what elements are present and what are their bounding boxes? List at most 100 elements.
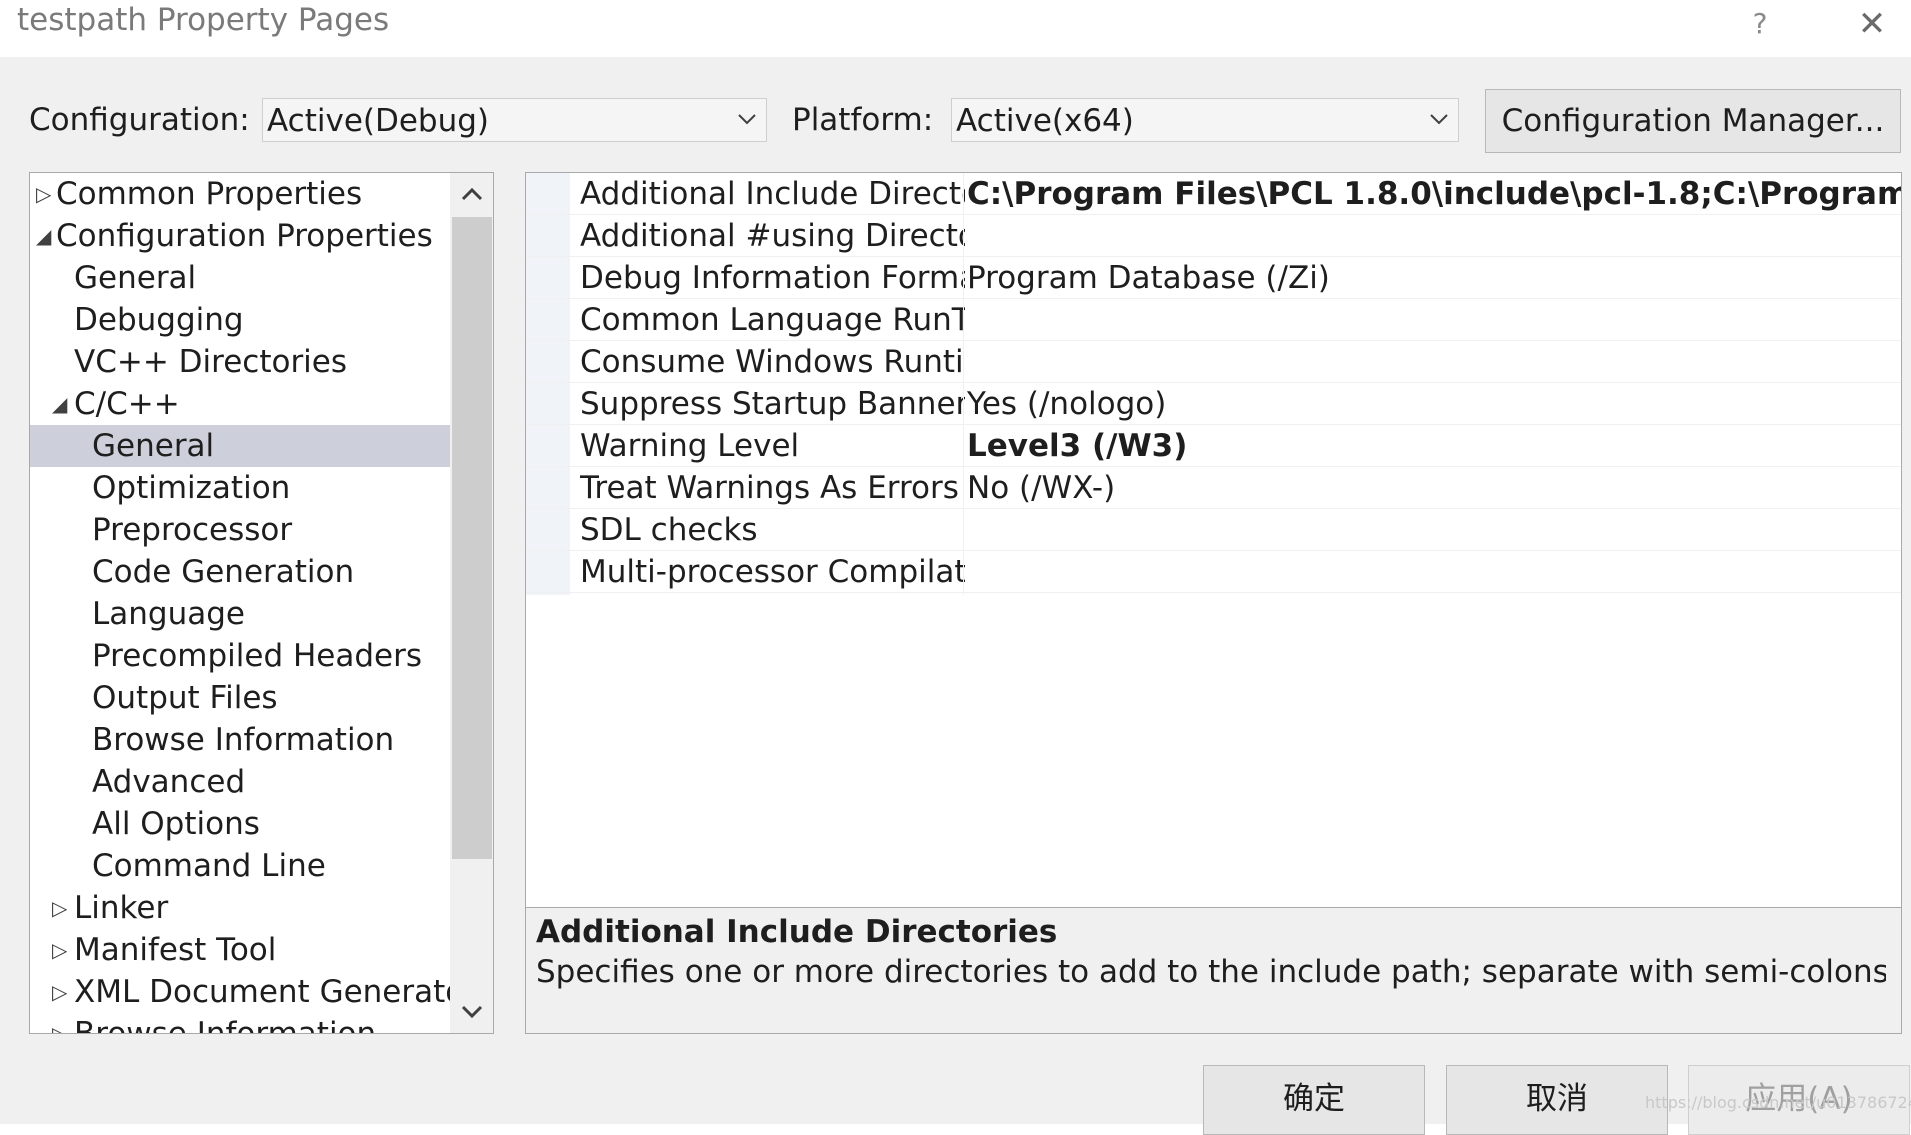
- ok-button[interactable]: 确定: [1203, 1065, 1425, 1135]
- property-grid: Additional Include DirectoriesC:\Program…: [525, 172, 1902, 908]
- property-name: Additional Include Directories: [580, 176, 965, 212]
- tree-item-label: General: [92, 428, 215, 464]
- configuration-combo[interactable]: Active(Debug): [262, 98, 767, 142]
- tree-item-label: Linker: [74, 890, 169, 926]
- tree-item[interactable]: ▷ Common Properties: [30, 173, 450, 215]
- tree-item-label: Browse Information: [74, 1016, 377, 1034]
- title-bar: testpath Property Pages ? ✕: [0, 0, 1911, 57]
- expand-arrow-icon[interactable]: ▷: [52, 887, 67, 929]
- description-title: Additional Include Directories: [536, 914, 1058, 950]
- collapse-arrow-icon[interactable]: ◢: [36, 215, 51, 257]
- tree-item-label: All Options: [92, 806, 260, 842]
- tree-item-label: Command Line: [92, 848, 326, 884]
- property-name: Suppress Startup Banner: [580, 386, 965, 422]
- platform-value: Active(x64): [956, 103, 1134, 139]
- property-value[interactable]: Yes (/nologo): [967, 383, 1901, 425]
- property-name: Common Language RunTime Support: [580, 302, 965, 338]
- tree-item[interactable]: ▷ XML Document Generator: [30, 971, 477, 1013]
- tree-item[interactable]: ◢ Configuration Properties: [30, 215, 450, 257]
- property-row[interactable]: Debug Information Format Program Database…: [526, 257, 1901, 299]
- expand-arrow-icon[interactable]: ▷: [52, 1013, 67, 1033]
- platform-combo[interactable]: Active(x64): [951, 98, 1459, 142]
- tree-scrollbar[interactable]: [450, 173, 493, 1033]
- tree-item[interactable]: Debugging: [30, 299, 450, 341]
- property-name: SDL checks: [580, 512, 758, 548]
- help-button[interactable]: ?: [1740, 4, 1780, 44]
- tree-item-label: VC++ Directories: [74, 344, 348, 380]
- tree-item[interactable]: Output Files: [30, 677, 450, 719]
- tree-item-label: Preprocessor: [92, 512, 293, 548]
- tree-item[interactable]: Code Generation: [30, 551, 450, 593]
- tree-item[interactable]: Precompiled Headers: [30, 635, 450, 677]
- tree-item[interactable]: Command Line: [30, 845, 450, 887]
- tree-item[interactable]: General: [30, 257, 450, 299]
- property-row[interactable]: Suppress Startup Banner Yes (/nologo): [526, 383, 1901, 425]
- tree-item[interactable]: ◢ C/C++: [30, 383, 450, 425]
- platform-label: Platform:: [792, 102, 934, 138]
- scroll-down-icon[interactable]: [458, 997, 486, 1025]
- tree-item[interactable]: All Options: [30, 803, 450, 845]
- property-value[interactable]: [967, 551, 1901, 593]
- tree-item[interactable]: Preprocessor: [30, 509, 450, 551]
- property-name: Debug Information Format: [580, 260, 965, 296]
- navigation-tree: ▷ Common Properties ◢ Configuration Propert…: [29, 172, 494, 1034]
- tree-item-label: C/C++: [74, 386, 180, 422]
- tree-item[interactable]: VC++ Directories: [30, 341, 450, 383]
- tree-item-label: Debugging: [74, 302, 244, 338]
- property-value[interactable]: No (/WX-): [967, 467, 1901, 509]
- property-value[interactable]: [967, 299, 1901, 341]
- chevron-down-icon: [738, 114, 756, 125]
- property-row[interactable]: Consume Windows Runtime Extension: [526, 341, 1901, 383]
- scroll-up-icon[interactable]: [458, 181, 486, 209]
- property-row[interactable]: Common Language RunTime Support: [526, 299, 1901, 341]
- collapse-arrow-icon[interactable]: ◢: [52, 383, 67, 425]
- property-row[interactable]: Treat Warnings As Errors No (/WX-): [526, 467, 1901, 509]
- property-row[interactable]: Warning Level Level3 (/W3): [526, 425, 1901, 467]
- description-text: Specifies one or more directories to add…: [536, 954, 1886, 990]
- property-name: Consume Windows Runtime Extension: [580, 344, 965, 380]
- expand-arrow-icon[interactable]: ▷: [36, 173, 51, 215]
- expand-arrow-icon[interactable]: ▷: [52, 929, 67, 971]
- tree-item[interactable]: Browse Information: [30, 719, 450, 761]
- grid-column-divider[interactable]: [963, 173, 964, 595]
- chevron-down-icon: [1430, 114, 1448, 125]
- property-value[interactable]: C:\Program Files\PCL 1.8.0\include\pcl-1…: [967, 173, 1901, 215]
- configuration-manager-button[interactable]: Configuration Manager...: [1485, 89, 1901, 153]
- tree-item[interactable]: Language: [30, 593, 450, 635]
- property-value[interactable]: [967, 215, 1901, 257]
- tree-item-label: Language: [92, 596, 245, 632]
- tree-item[interactable]: Advanced: [30, 761, 450, 803]
- property-row[interactable]: Multi-processor Compilation: [526, 551, 1901, 593]
- description-panel: Additional Include Directories Specifies…: [525, 907, 1902, 1034]
- scrollbar-thumb[interactable]: [452, 217, 492, 859]
- property-value[interactable]: [967, 341, 1901, 383]
- close-button[interactable]: ✕: [1850, 2, 1894, 46]
- tree-item[interactable]: General: [30, 425, 450, 467]
- property-row[interactable]: SDL checks: [526, 509, 1901, 551]
- configuration-value: Active(Debug): [267, 103, 490, 139]
- property-row[interactable]: Additional Include DirectoriesC:\Program…: [526, 173, 1901, 215]
- tree-item-label: Output Files: [92, 680, 278, 716]
- tree-item[interactable]: Optimization: [30, 467, 450, 509]
- property-value[interactable]: [967, 509, 1901, 551]
- tree-item-label: Optimization: [92, 470, 291, 506]
- window-title: testpath Property Pages: [17, 2, 390, 38]
- tree-item-label: Configuration Properties: [56, 218, 433, 254]
- tree-item-label: XML Document Generator: [74, 974, 477, 1010]
- tree-item-label: Advanced: [92, 764, 246, 800]
- tree-item[interactable]: ▷ Browse Information: [30, 1013, 450, 1034]
- tree-item[interactable]: ▷ Linker: [30, 887, 450, 929]
- tree-item[interactable]: ▷ Manifest Tool: [30, 929, 450, 971]
- tree-item-label: Precompiled Headers: [92, 638, 423, 674]
- property-name: Multi-processor Compilation: [580, 554, 965, 590]
- property-name: Additional #using Directories: [580, 218, 965, 254]
- property-row[interactable]: Additional #using Directories: [526, 215, 1901, 257]
- watermark: https://blog.csdn.net/u013786724: [1645, 1093, 1911, 1112]
- cancel-button[interactable]: 取消: [1446, 1065, 1668, 1135]
- expand-arrow-icon[interactable]: ▷: [52, 971, 67, 1013]
- tree-item-label: Code Generation: [92, 554, 355, 590]
- property-value[interactable]: Level3 (/W3): [967, 425, 1901, 467]
- property-value[interactable]: Program Database (/Zi): [967, 257, 1901, 299]
- tree-item-label: Common Properties: [56, 176, 363, 212]
- property-name: Warning Level: [580, 428, 800, 464]
